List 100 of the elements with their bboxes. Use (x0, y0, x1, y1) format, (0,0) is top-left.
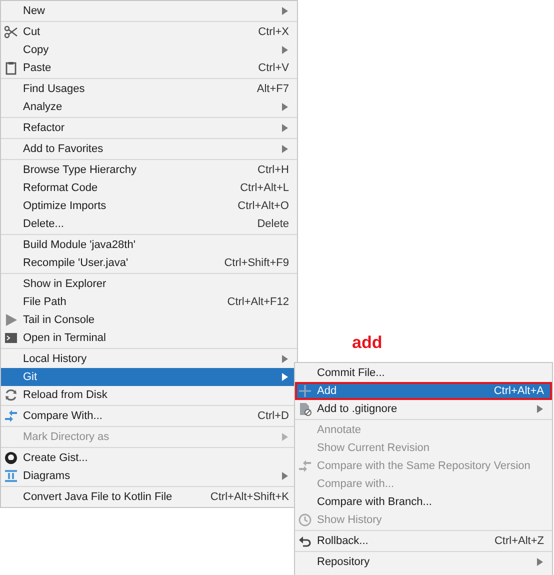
item-label: File Path (23, 296, 66, 308)
clipboard-icon (4, 61, 18, 75)
menu-item[interactable]: Add to .gitignore (295, 400, 552, 418)
item-label: Mark Directory as (23, 431, 110, 443)
compare-arrows-icon (298, 459, 312, 473)
item-label: Annotate (317, 424, 362, 436)
menu-item[interactable]: Add to Favorites (1, 140, 297, 158)
item-label: Compare with the Same Repository Version (317, 460, 530, 472)
submenu-arrow-icon (282, 145, 288, 153)
reload-icon (4, 388, 18, 402)
item-label: Git (23, 371, 38, 383)
item-label: Analyze (23, 101, 62, 113)
diagram-icon (4, 469, 18, 483)
item-label: Repository (317, 556, 370, 568)
submenu-arrow-icon (282, 103, 288, 111)
menu-item[interactable]: Tail in Console (1, 311, 297, 329)
shortcut-text: Ctrl+D (258, 410, 289, 422)
shortcut-text: Ctrl+Alt+Shift+K (210, 491, 289, 503)
file-icon (298, 402, 312, 416)
menu-item[interactable]: Analyze (1, 98, 297, 116)
shortcut-text: Ctrl+Alt+O (238, 200, 289, 212)
menu-item[interactable]: Show in Explorer (1, 275, 297, 293)
item-label: Find Usages (23, 83, 85, 95)
menu-item[interactable]: Git (1, 368, 297, 386)
menu-item[interactable]: Delete... Delete (1, 215, 297, 233)
item-label: Create Gist... (23, 452, 88, 464)
menu-item[interactable]: Paste Ctrl+V (1, 59, 297, 77)
item-label: Show Current Revision (317, 442, 430, 454)
item-label: Browse Type Hierarchy (23, 164, 137, 176)
menu-item[interactable]: Reformat Code Ctrl+Alt+L (1, 179, 297, 197)
item-label: Add to .gitignore (317, 403, 398, 415)
shortcut-text: Ctrl+Alt+A (494, 385, 544, 397)
menu-item[interactable]: Recompile 'User.java' Ctrl+Shift+F9 (1, 254, 297, 272)
menu-item[interactable]: Build Module 'java28th' (1, 236, 297, 254)
item-label: Diagrams (23, 470, 70, 482)
menu-item[interactable]: Refactor (1, 119, 297, 137)
item-label: Delete... (23, 218, 64, 230)
undo-arrow-icon (298, 534, 312, 548)
shortcut-text: Ctrl+H (258, 164, 289, 176)
menu-item[interactable]: New (1, 2, 297, 20)
item-label: Add to Favorites (23, 143, 104, 155)
item-label: Show in Explorer (23, 278, 106, 290)
annotation-label: add (352, 333, 382, 353)
shortcut-text: Alt+F7 (256, 83, 289, 95)
menu-item[interactable]: Cut Ctrl+X (1, 23, 297, 41)
item-label: Rollback... (317, 535, 368, 547)
item-label: Compare with... (317, 478, 394, 490)
item-label: Reformat Code (23, 182, 98, 194)
menu-item[interactable]: Optimize Imports Ctrl+Alt+O (1, 197, 297, 215)
menu-item[interactable]: Copy (1, 41, 297, 59)
submenu-arrow-icon (282, 433, 288, 441)
shortcut-text: Ctrl+Shift+F9 (224, 257, 289, 269)
menu-item[interactable]: Add Ctrl+Alt+A (295, 382, 552, 400)
menu-item[interactable]: Rollback... Ctrl+Alt+Z (295, 532, 552, 550)
menu-item[interactable]: Create Gist... (1, 449, 297, 467)
terminal-icon (4, 331, 18, 345)
item-label: Compare With... (23, 410, 102, 422)
item-label: Tail in Console (23, 314, 95, 326)
clock-icon (298, 513, 312, 527)
shortcut-text: Ctrl+V (258, 62, 289, 74)
submenu-arrow-icon (282, 472, 288, 480)
shortcut-text: Ctrl+Alt+L (240, 182, 289, 194)
menu-item[interactable]: Repository (295, 553, 552, 571)
submenu-arrow-icon (537, 558, 543, 566)
compare-arrows-icon (4, 409, 18, 423)
item-label: Optimize Imports (23, 200, 106, 212)
menu-item[interactable]: Commit File... (295, 364, 552, 382)
plus-icon (298, 384, 312, 398)
play-icon (4, 313, 18, 327)
submenu-arrow-icon (282, 46, 288, 54)
menu-item[interactable]: Local History (1, 350, 297, 368)
menu-item[interactable]: Diagrams (1, 467, 297, 485)
item-label: Local History (23, 353, 87, 365)
item-label: Refactor (23, 122, 65, 134)
menu-item[interactable]: Open in Terminal (1, 329, 297, 347)
shortcut-text: Ctrl+Alt+Z (494, 535, 544, 547)
submenu-arrow-icon (282, 373, 288, 381)
menu-item[interactable]: Reload from Disk (1, 386, 297, 404)
menu-item[interactable]: Compare With... Ctrl+D (1, 407, 297, 425)
item-label: Add (317, 385, 337, 397)
item-label: Cut (23, 26, 40, 38)
shortcut-text: Ctrl+X (258, 26, 289, 38)
item-label: Build Module 'java28th' (23, 239, 136, 251)
item-label: Copy (23, 44, 49, 56)
item-label: Recompile 'User.java' (23, 257, 128, 269)
submenu-arrow-icon (537, 405, 543, 413)
menu-item[interactable]: Convert Java File to Kotlin File Ctrl+Alt+Shift+K (1, 488, 297, 506)
item-label: Paste (23, 62, 52, 74)
shortcut-text: Ctrl+Alt+F12 (227, 296, 289, 308)
submenu-arrow-icon (282, 7, 288, 15)
menu-item[interactable]: File Path Ctrl+Alt+F12 (1, 293, 297, 311)
menu-item[interactable]: Browse Type Hierarchy Ctrl+H (1, 161, 297, 179)
shortcut-text: Delete (257, 218, 289, 230)
item-label: Convert Java File to Kotlin File (23, 491, 172, 503)
submenu-arrow-icon (282, 355, 288, 363)
item-label: New (23, 5, 46, 17)
menu-item[interactable]: Compare with Branch... (295, 493, 552, 511)
menu-item[interactable]: Find Usages Alt+F7 (1, 80, 297, 98)
item-label: Reload from Disk (23, 389, 108, 401)
item-label: Show History (317, 514, 382, 526)
